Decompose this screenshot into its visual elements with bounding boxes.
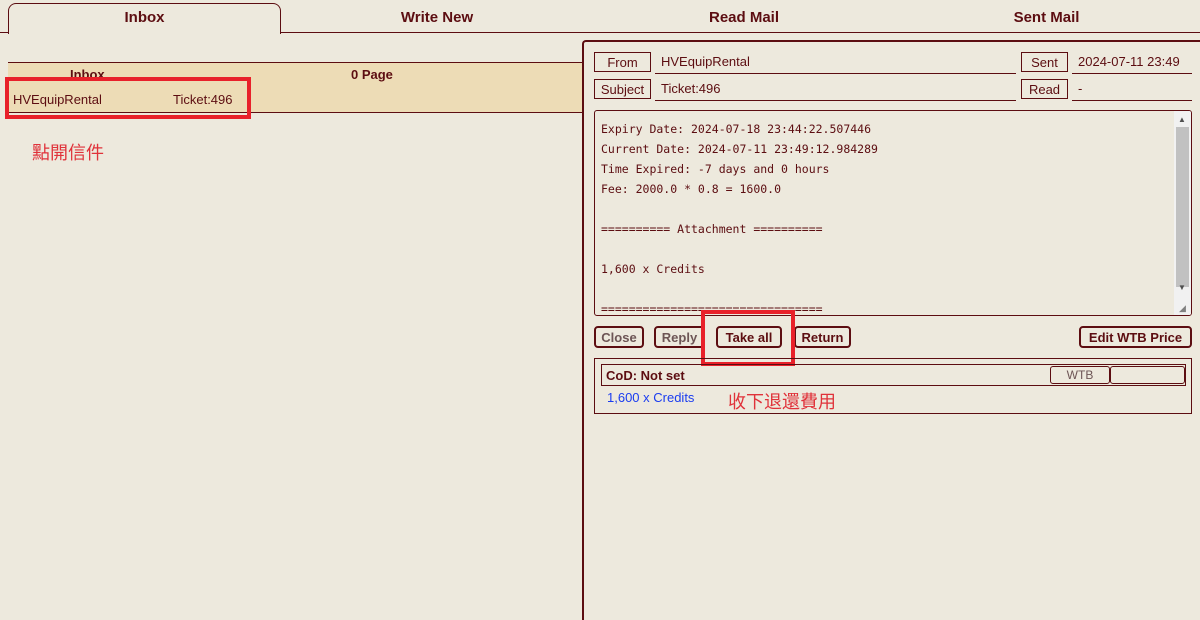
scrollbar-thumb[interactable] [1176,127,1189,287]
page-count: 0 Page [351,67,393,82]
tab-write-new[interactable]: Write New [300,0,574,32]
attachment-item[interactable]: 1,600 x Credits [607,390,694,405]
return-button[interactable]: Return [794,326,851,348]
cod-bar: CoD: Not set WTB [601,364,1186,386]
subject-value: Ticket:496 [655,79,1016,101]
scroll-down-icon[interactable]: ▼ [1178,283,1186,292]
tab-read-mail[interactable]: Read Mail [600,0,888,32]
subject-label: Subject [594,79,651,99]
annotation-highlight-mail [5,77,251,119]
scroll-up-icon[interactable]: ▲ [1178,115,1186,124]
wtb-price-field[interactable] [1110,366,1185,384]
resize-grip-icon[interactable]: ◢ [1179,303,1186,314]
from-label: From [594,52,651,72]
cod-status: CoD: Not set [606,368,685,383]
wtb-button[interactable]: WTB [1050,366,1110,384]
message-body[interactable]: Expiry Date: 2024-07-18 23:44:22.507446 … [594,110,1192,316]
from-value: HVEquipRental [655,52,1016,74]
tab-sent-mail[interactable]: Sent Mail [900,0,1193,32]
sent-label: Sent [1021,52,1068,72]
tab-divider [280,32,1200,33]
reply-button[interactable]: Reply [654,326,705,348]
annotation-open-mail: 點開信件 [32,143,104,164]
annotation-take-refund: 收下退還費用 [728,392,836,413]
tab-inbox[interactable]: Inbox [8,3,281,34]
read-label: Read [1021,79,1068,99]
tab-divider [0,32,8,33]
close-button[interactable]: Close [594,326,644,348]
read-value: - [1072,79,1192,101]
edit-wtb-price-button[interactable]: Edit WTB Price [1079,326,1192,348]
message-scrollbar[interactable]: ▲ ▼ ◢ [1174,111,1191,315]
message-text: Expiry Date: 2024-07-18 23:44:22.507446 … [601,122,878,316]
sent-value: 2024-07-11 23:49 [1072,52,1192,74]
